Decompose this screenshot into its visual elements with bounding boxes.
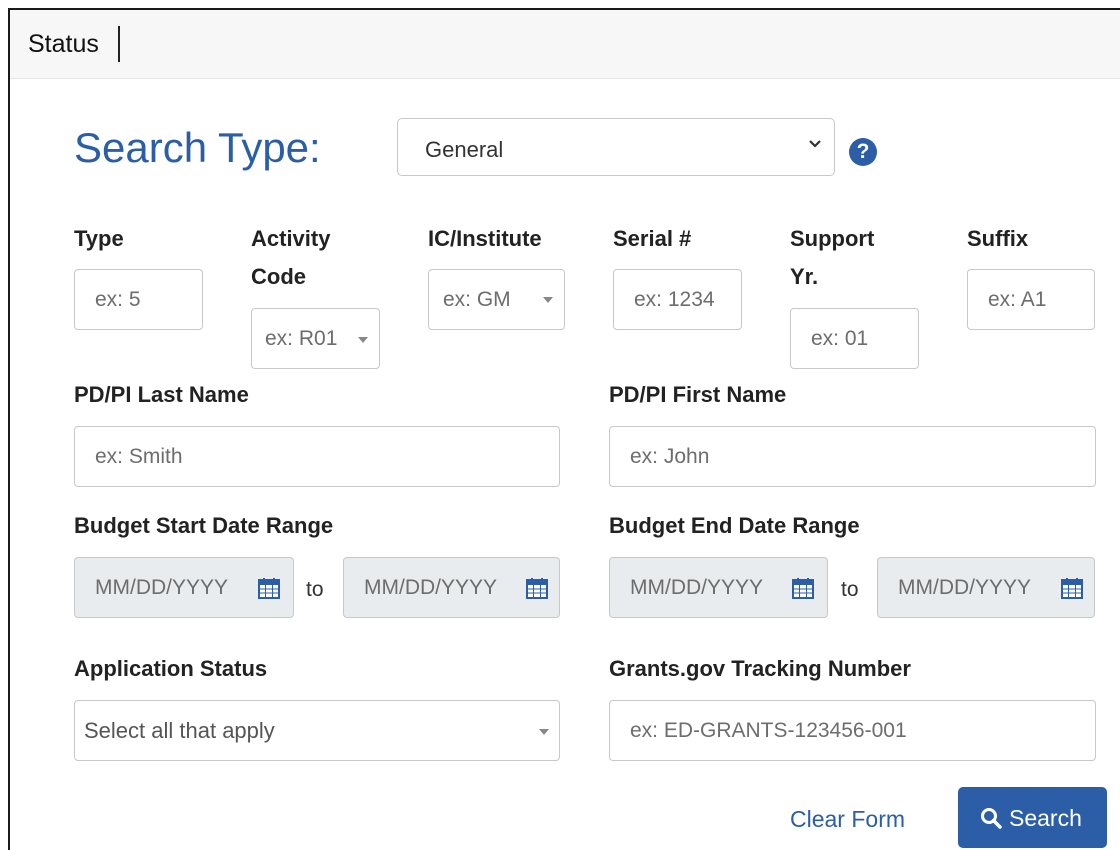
serial-input[interactable]: ex: 1234 [613, 269, 742, 330]
ic-institute-label: IC/Institute [428, 226, 542, 251]
support-yr-label-line2: Yr. [790, 264, 819, 289]
search-type-value: General [425, 137, 504, 162]
ic-institute-select[interactable]: ex: GM [428, 269, 565, 330]
budget-start-to-text: to [306, 578, 324, 601]
pi-first-name-label: PD/PI First Name [609, 382, 787, 407]
suffix-input[interactable]: ex: A1 [967, 269, 1095, 330]
budget-start-label: Budget Start Date Range [74, 513, 334, 538]
activity-code-placeholder: ex: R01 [265, 326, 338, 350]
pi-first-name-placeholder: ex: John [630, 444, 710, 468]
question-circle-icon[interactable]: ? [849, 138, 877, 166]
calendar-icon[interactable] [1060, 576, 1084, 600]
tracking-number-input[interactable]: ex: ED-GRANTS-123456-001 [609, 700, 1096, 761]
budget-start-from-input[interactable]: MM/DD/YYYY [74, 557, 294, 618]
caret-down-icon [543, 297, 553, 303]
application-status-label: Application Status [74, 656, 268, 681]
type-input[interactable]: ex: 5 [74, 269, 203, 330]
search-icon [981, 808, 1002, 829]
budget-start-from-placeholder: MM/DD/YYYY [95, 575, 229, 599]
type-placeholder: ex: 5 [95, 287, 141, 311]
header-divider [118, 26, 120, 62]
page-header: Status [10, 10, 1120, 79]
budget-end-from-input[interactable]: MM/DD/YYYY [609, 557, 828, 618]
budget-end-label: Budget End Date Range [609, 513, 860, 538]
application-status-select[interactable]: Select all that apply [74, 700, 560, 761]
pi-first-name-input[interactable]: ex: John [609, 426, 1096, 487]
frame-border-left [8, 8, 10, 850]
pi-last-name-label: PD/PI Last Name [74, 382, 249, 407]
application-status-placeholder: Select all that apply [84, 717, 275, 743]
search-type-label: Search Type: [74, 124, 321, 171]
budget-start-to-placeholder: MM/DD/YYYY [364, 575, 498, 599]
budget-start-to-input[interactable]: MM/DD/YYYY [343, 557, 560, 618]
tracking-number-label: Grants.gov Tracking Number [609, 656, 911, 681]
activity-code-label-line1: Activity [251, 226, 331, 251]
pi-last-name-input[interactable]: ex: Smith [74, 426, 560, 487]
suffix-label: Suffix [967, 226, 1029, 251]
calendar-icon[interactable] [791, 576, 815, 600]
type-label: Type [74, 226, 124, 251]
support-yr-input[interactable]: ex: 01 [790, 308, 919, 369]
page-title: Status [28, 30, 99, 58]
activity-code-select[interactable]: ex: R01 [251, 308, 380, 369]
tracking-number-placeholder: ex: ED-GRANTS-123456-001 [630, 718, 907, 742]
caret-down-icon [539, 729, 549, 735]
budget-end-from-placeholder: MM/DD/YYYY [630, 575, 764, 599]
caret-down-icon [358, 337, 368, 343]
suffix-placeholder: ex: A1 [988, 287, 1047, 311]
calendar-icon[interactable] [257, 576, 281, 600]
serial-label: Serial # [613, 226, 692, 251]
budget-end-to-input[interactable]: MM/DD/YYYY [877, 557, 1095, 618]
pi-last-name-placeholder: ex: Smith [95, 444, 183, 468]
chevron-down-icon [809, 140, 821, 148]
support-yr-label-line1: Support [790, 226, 875, 251]
activity-code-label-line2: Code [251, 264, 306, 289]
budget-end-to-placeholder: MM/DD/YYYY [898, 575, 1032, 599]
ic-institute-placeholder: ex: GM [443, 287, 511, 311]
support-yr-placeholder: ex: 01 [811, 326, 869, 350]
calendar-icon[interactable] [525, 576, 549, 600]
search-button[interactable]: Search [958, 787, 1107, 848]
clear-form-link[interactable]: Clear Form [790, 806, 905, 833]
serial-placeholder: ex: 1234 [634, 287, 715, 311]
search-type-select[interactable]: General [397, 118, 835, 176]
budget-end-to-text: to [841, 578, 859, 601]
search-button-label: Search [1009, 805, 1082, 831]
